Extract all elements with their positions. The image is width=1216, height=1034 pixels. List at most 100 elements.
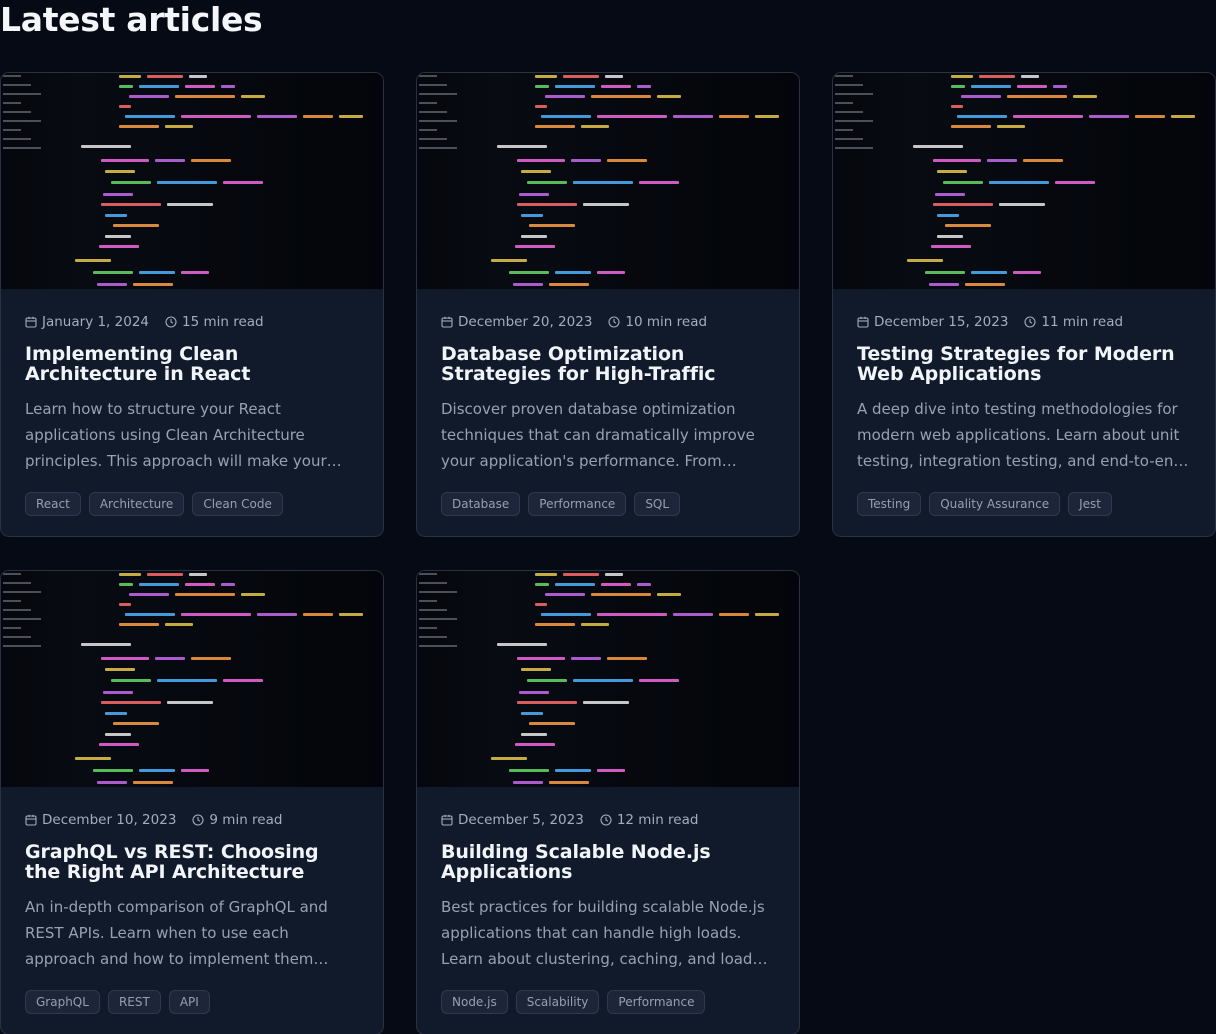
code-token [139,769,175,772]
sidebar-token [3,591,41,593]
tag-chip[interactable]: Testing [857,492,922,516]
article-read-time: 11 min read [1041,314,1124,330]
code-token [221,583,235,586]
tag-chip[interactable]: Scalability [515,990,600,1014]
code-token [185,85,215,88]
sidebar-token [3,582,31,584]
sidebar-token [3,618,41,620]
code-token [119,85,133,88]
article-thumbnail [417,73,799,289]
code-token [1073,95,1097,98]
calendar-body [25,815,37,826]
tag-chip[interactable]: Database [441,492,521,516]
code-token [189,75,207,78]
code-token [521,733,547,736]
code-token [113,224,159,227]
code-token [1017,85,1047,88]
code-token [979,75,1015,78]
code-token [607,159,647,162]
code-token [1135,115,1165,118]
code-token [97,283,127,286]
article-title[interactable]: Testing Strategies for Modern Web Applic… [857,344,1191,384]
code-token [519,193,549,196]
code-token [303,115,333,118]
code-token [529,224,575,227]
tag-chip[interactable]: Quality Assurance [929,492,1061,516]
code-token [491,757,527,760]
code-token [175,95,235,98]
code-token [521,235,547,238]
code-token [521,170,551,173]
sidebar-token [419,636,447,638]
code-token [93,271,133,274]
code-token [111,679,151,682]
code-token [147,75,183,78]
article-meta: December 10, 2023 9 min read [25,811,359,829]
sidebar-token [419,573,437,575]
code-token [181,115,251,118]
article-meta: December 15, 2023 11 min read [857,313,1191,331]
tag-chip[interactable]: Performance [528,492,627,516]
article-title[interactable]: Database Optimization Strategies for Hig… [441,344,775,384]
article-thumbnail [1,571,383,787]
section-title: Latest articles [0,0,263,39]
code-token [951,75,973,78]
tag-chip[interactable]: REST [107,990,161,1014]
code-token [167,701,213,704]
sidebar-token [3,129,21,131]
code-token [545,593,585,596]
code-token [601,85,631,88]
sidebar-token [419,618,457,620]
code-token [129,95,169,98]
calendar-icon [857,316,869,328]
tag-chip[interactable]: React [25,492,81,516]
article-card[interactable]: December 15, 2023 11 min read Testing St… [832,72,1216,537]
sidebar-token [3,636,31,638]
code-token [81,145,131,148]
code-token [937,170,967,173]
code-token [555,769,591,772]
tag-chip[interactable]: Architecture [88,492,185,516]
sidebar-token [3,120,41,122]
clock-icon [608,316,620,328]
code-token [257,613,297,616]
code-token [673,115,713,118]
sidebar-token [419,75,437,77]
article-card[interactable]: January 1, 2024 15 min read Implementing… [0,72,384,537]
code-token [509,769,549,772]
tag-chip[interactable]: Clean Code [192,492,283,516]
code-token [555,583,595,586]
code-token [943,181,983,184]
code-token [719,613,749,616]
code-token [571,657,601,660]
article-card[interactable]: December 5, 2023 12 min read Building Sc… [416,570,800,1034]
code-token [933,203,993,206]
code-token [133,781,173,784]
code-token [339,613,363,616]
code-token [157,679,217,682]
code-token [105,668,135,671]
tag-chip[interactable]: GraphQL [25,990,100,1014]
code-token [101,203,161,206]
article-excerpt: Best practices for building scalable Nod… [441,898,765,968]
code-token [597,613,667,616]
tag-chip[interactable]: Node.js [441,990,508,1014]
tag-chip[interactable]: API [168,990,210,1014]
sidebar-token [419,627,437,629]
code-token [583,203,629,206]
article-card[interactable]: December 10, 2023 9 min read GraphQL vs … [0,570,384,1034]
tag-chip[interactable]: Jest [1068,492,1112,516]
code-token [971,85,1011,88]
article-title[interactable]: Implementing Clean Architecture in React… [25,344,359,384]
code-token [951,105,963,108]
article-title[interactable]: Building Scalable Node.js Applications [441,842,775,882]
article-card[interactable]: December 20, 2023 10 min read Database O… [416,72,800,537]
code-token [535,75,557,78]
code-token [1055,181,1095,184]
code-token [755,115,779,118]
code-token [515,743,555,746]
sidebar-token [835,147,873,149]
article-title[interactable]: GraphQL vs REST: Choosing the Right API … [25,842,359,882]
tag-chip[interactable]: Performance [607,990,706,1014]
tag-chip[interactable]: SQL [634,492,681,516]
